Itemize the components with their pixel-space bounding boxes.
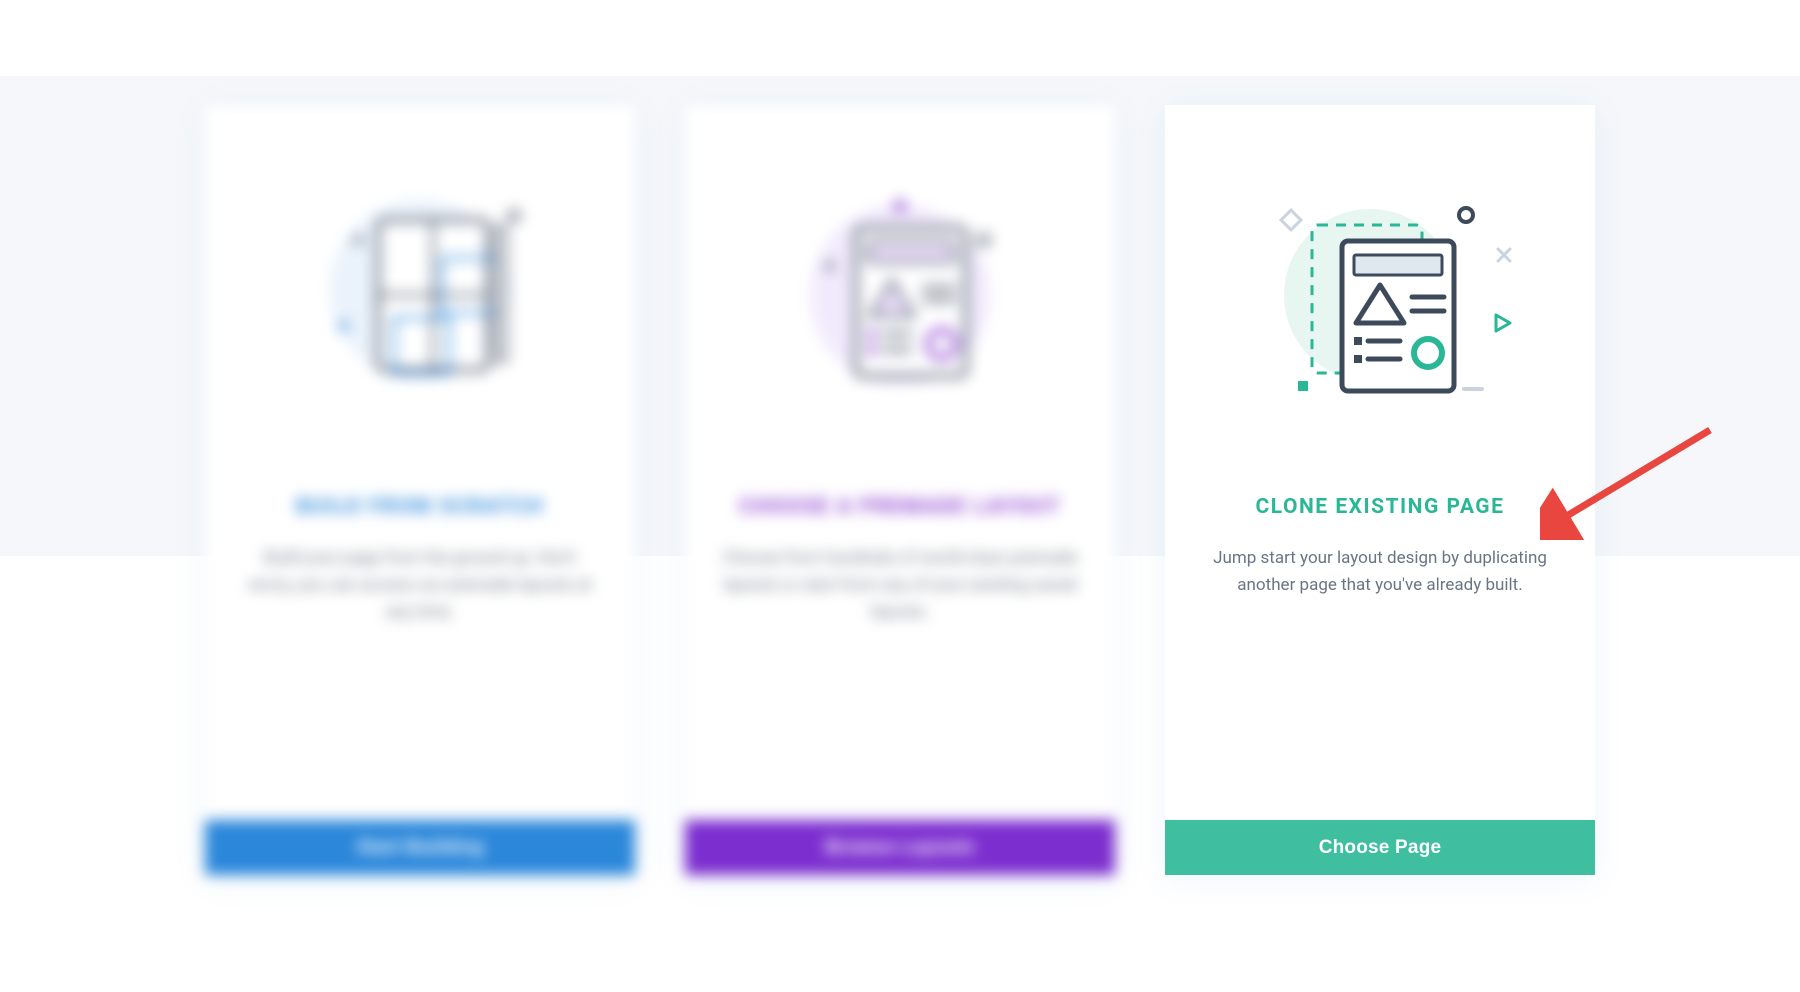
card-title: CHOOSE A PREMADE LAYOUT (739, 495, 1061, 519)
choose-page-button[interactable]: Choose Page (1165, 820, 1595, 875)
card-description: Choose from hundreds of world-class prem… (685, 545, 1115, 627)
card-title: BUILD FROM SCRATCH (296, 495, 544, 519)
build-scratch-illustration (205, 125, 635, 455)
card-build-from-scratch[interactable]: BUILD FROM SCRATCH Build your page from … (205, 105, 635, 875)
start-building-button[interactable]: Start Building (205, 820, 635, 875)
card-description: Build your page from the ground up. Don'… (205, 545, 635, 627)
card-premade-layout[interactable]: CHOOSE A PREMADE LAYOUT Choose from hund… (685, 105, 1115, 875)
card-title: CLONE EXISTING PAGE (1256, 495, 1505, 519)
card-description: Jump start your layout design by duplica… (1165, 545, 1595, 599)
clone-page-illustration (1165, 125, 1595, 455)
premade-layout-illustration (685, 125, 1115, 455)
browse-layouts-button[interactable]: Browse Layouts (685, 820, 1115, 875)
card-clone-existing-page[interactable]: CLONE EXISTING PAGE Jump start your layo… (1165, 105, 1595, 875)
layout-option-cards: BUILD FROM SCRATCH Build your page from … (0, 105, 1800, 875)
